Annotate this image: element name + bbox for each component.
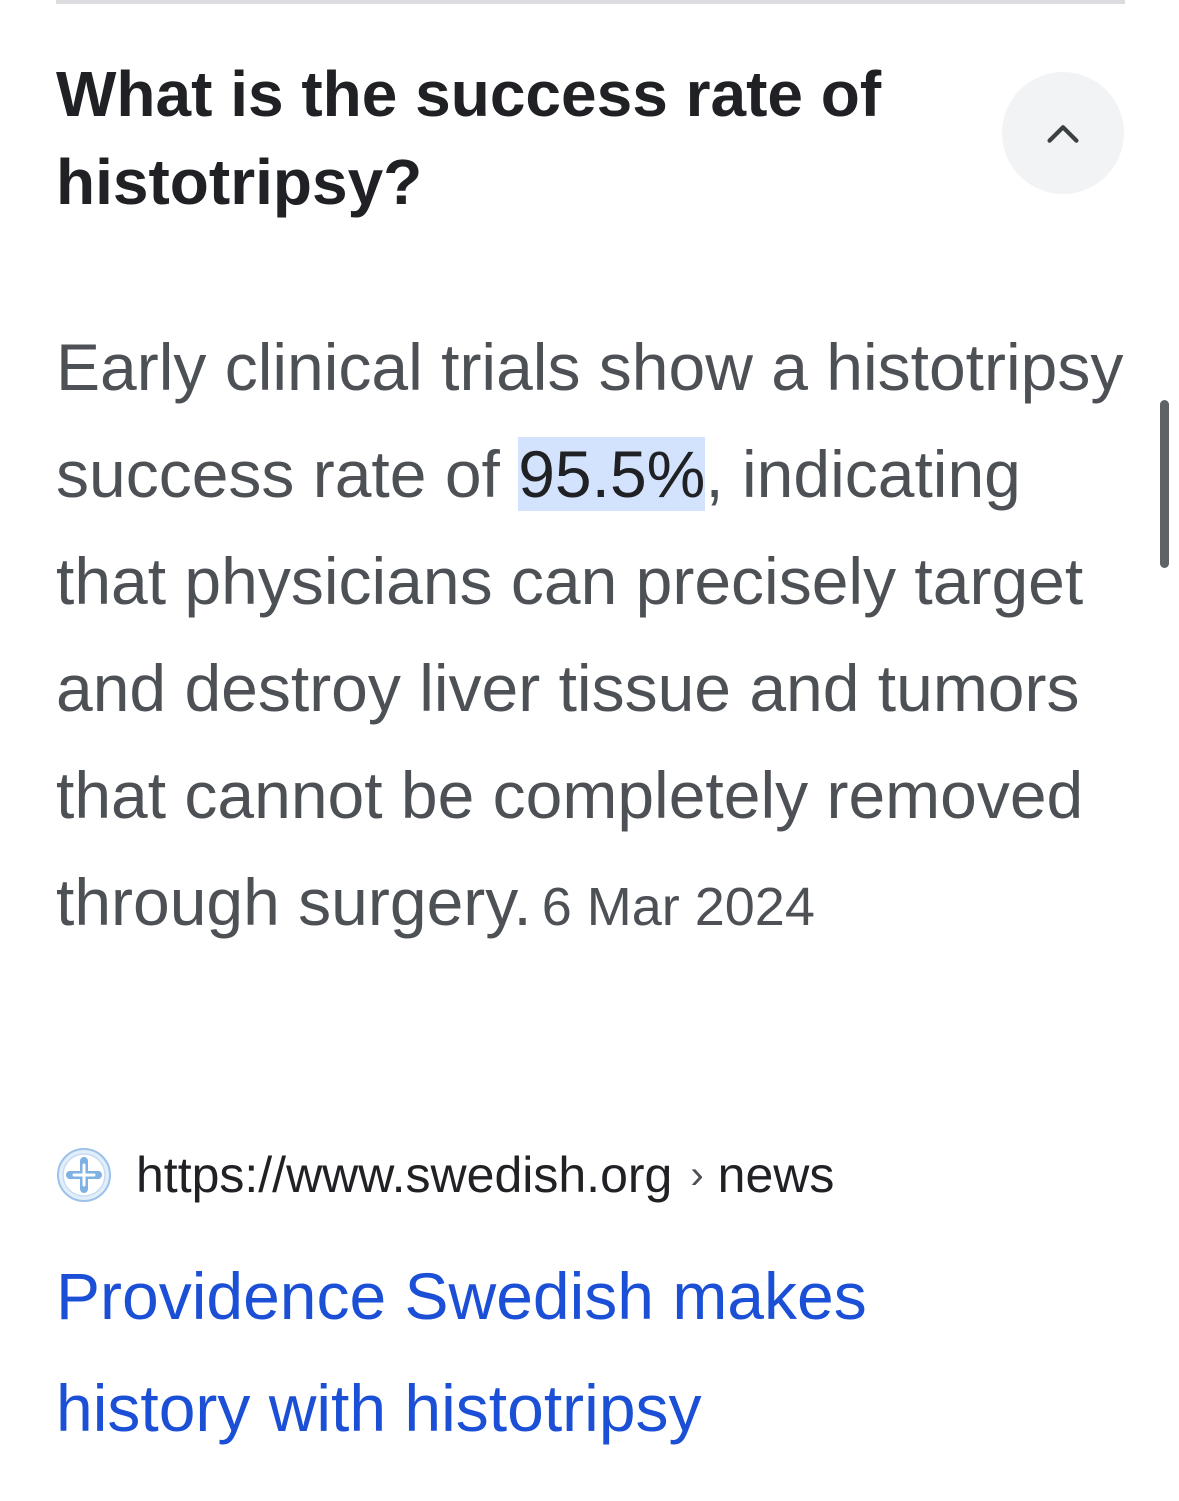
breadcrumb-separator: › — [690, 1152, 704, 1197]
top-divider — [56, 0, 1125, 4]
result-title-link[interactable]: Providence Swedish makes history with hi… — [56, 1240, 1056, 1464]
answer-text-after: , indicating that physicians can precise… — [56, 437, 1084, 939]
collapse-button[interactable] — [1002, 72, 1124, 194]
chevron-up-icon — [1047, 125, 1079, 143]
question-heading[interactable]: What is the success rate of histotripsy? — [56, 50, 976, 226]
answer-highlight: 95.5% — [518, 437, 706, 511]
swedish-cross-icon — [56, 1147, 112, 1203]
answer-date: 6 Mar 2024 — [541, 877, 815, 937]
source-path: news — [717, 1147, 835, 1203]
answer-snippet: Early clinical trials show a histotripsy… — [56, 314, 1136, 961]
source-citation[interactable]: https://www.swedish.org › news — [56, 1140, 834, 1210]
source-url: https://www.swedish.org — [136, 1147, 673, 1203]
scrollbar-thumb[interactable] — [1160, 400, 1169, 568]
